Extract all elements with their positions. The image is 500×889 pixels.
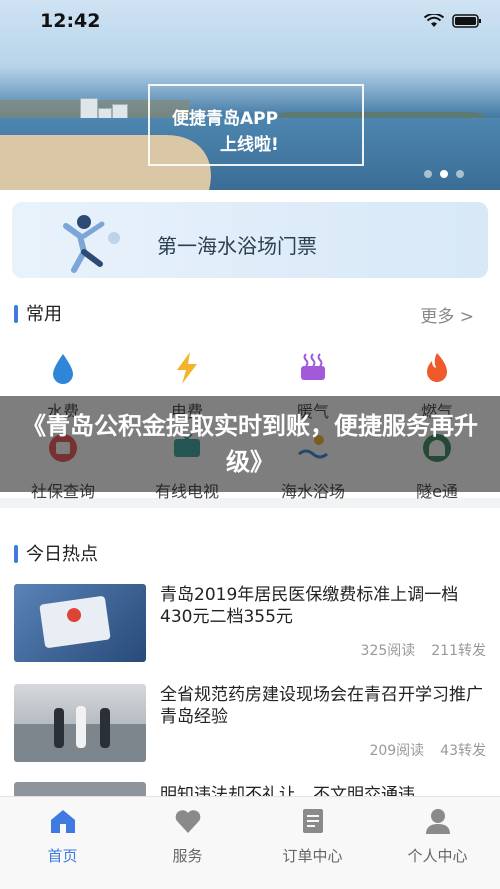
banner-frame: 便捷青岛APP 上线啦! xyxy=(148,84,364,166)
banner-line-2: 上线啦! xyxy=(220,135,279,155)
battery-icon xyxy=(452,14,481,28)
promo-title: 第一海水浴场门票 xyxy=(157,234,317,258)
promo-banner[interactable]: 第一海水浴场门票 xyxy=(12,202,488,278)
wifi-icon xyxy=(424,14,444,27)
news-item[interactable]: 青岛2019年居民医保缴费标准上调一档430元二档355元 325阅读 211转发 xyxy=(0,584,500,682)
flame-icon xyxy=(427,353,447,382)
share-count: 43转发 xyxy=(440,743,486,759)
heart-icon xyxy=(175,810,200,833)
tab-label: 订单中心 xyxy=(282,847,343,865)
news-title: 全省规范药房建设现场会在青召开学习推广青岛经验 xyxy=(160,685,483,727)
tab-label: 个人中心 xyxy=(407,847,468,865)
share-count: 211转发 xyxy=(431,643,486,659)
banner-line-1: 便捷青岛APP xyxy=(172,109,279,129)
news-meta: 325阅读 211转发 xyxy=(361,640,486,660)
home-icon xyxy=(50,810,75,833)
status-time: 12:42 xyxy=(40,10,101,32)
carousel-indicator[interactable] xyxy=(424,170,464,178)
news-thumbnail xyxy=(14,684,146,762)
hot-title-text: 今日热点 xyxy=(26,544,98,565)
water-drop-icon xyxy=(53,354,73,384)
carousel-dot xyxy=(424,170,432,178)
news-thumbnail xyxy=(14,782,146,796)
news-meta: 209阅读 43转发 xyxy=(369,740,486,760)
headline-overlay: 《青岛公积金提取实时到账，便捷服务再升级》 xyxy=(0,396,500,492)
order-icon xyxy=(302,809,323,833)
heater-icon xyxy=(301,353,325,380)
tab-bar: 首页 服务 订单中心 个人中心 xyxy=(0,796,500,889)
read-count: 209阅读 xyxy=(369,743,425,759)
news-item[interactable]: 明知违法却不礼让，不文明交通违 xyxy=(0,782,500,796)
running-person-icon xyxy=(63,215,120,273)
card-image xyxy=(39,595,111,649)
carousel-dot-active xyxy=(440,170,448,178)
title-bar xyxy=(14,305,18,323)
news-title: 青岛2019年居民医保缴费标准上调一档430元二档355元 xyxy=(160,585,459,627)
common-section-title: 常用 xyxy=(14,300,62,326)
common-title-text: 常用 xyxy=(26,304,62,325)
status-bar: 12:42 xyxy=(0,0,500,44)
lightning-icon xyxy=(177,352,197,384)
tab-home[interactable]: 首页 xyxy=(0,807,125,866)
title-bar xyxy=(14,545,18,563)
news-title: 明知违法却不礼让，不文明交通违 xyxy=(160,785,415,796)
carousel-dot xyxy=(456,170,464,178)
person-icon xyxy=(425,809,450,834)
tab-orders[interactable]: 订单中心 xyxy=(250,807,375,866)
news-item[interactable]: 全省规范药房建设现场会在青召开学习推广青岛经验 209阅读 43转发 xyxy=(0,684,500,782)
tab-profile[interactable]: 个人中心 xyxy=(375,807,500,866)
tab-service[interactable]: 服务 xyxy=(125,807,250,866)
read-count: 325阅读 xyxy=(360,643,416,659)
more-link[interactable]: 更多 > xyxy=(420,302,474,327)
hot-section-title: 今日热点 xyxy=(14,540,98,566)
tab-label: 首页 xyxy=(47,847,78,865)
news-thumbnail xyxy=(14,584,146,662)
headline-text: 《青岛公积金提取实时到账，便捷服务再升级》 xyxy=(22,412,478,476)
tab-label: 服务 xyxy=(172,847,203,865)
